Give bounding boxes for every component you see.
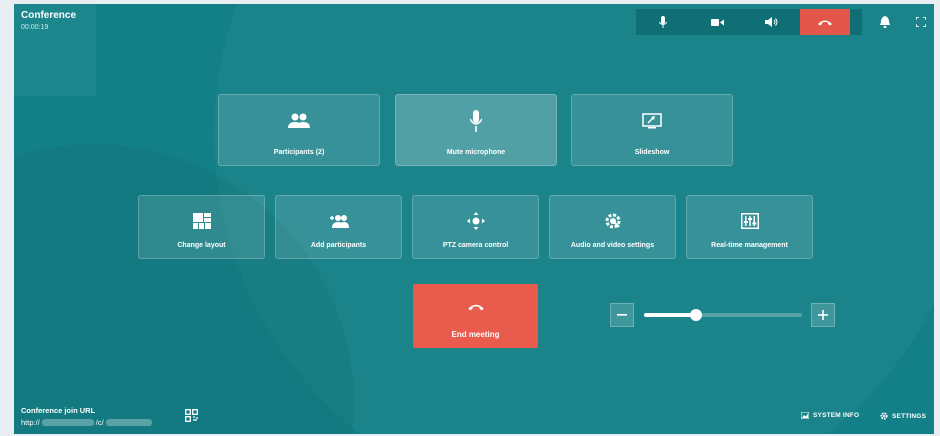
settings-label: SETTINGS [892, 412, 927, 420]
audio-video-settings-button[interactable]: Audio and video settings [549, 195, 676, 259]
add-participants-button[interactable]: Add participants [275, 195, 402, 259]
volume-up-button[interactable] [811, 303, 835, 327]
mute-microphone-label: Mute microphone [446, 149, 506, 156]
chart-icon [801, 412, 809, 419]
microphone-icon [659, 16, 667, 28]
end-meeting-button[interactable]: End meeting [413, 284, 538, 348]
slideshow-button[interactable]: Slideshow [571, 94, 733, 166]
redacted-host [41, 419, 94, 426]
management-icon [740, 213, 759, 229]
fullscreen-button[interactable] [908, 9, 934, 35]
real-time-management-button[interactable]: Real-time management [686, 195, 813, 259]
change-layout-label: Change layout [177, 242, 226, 249]
conference-title-block: Conference 00:00:19 [14, 4, 96, 96]
join-url-path: /c/ [95, 418, 104, 427]
volume-slider-fill [644, 313, 697, 317]
hangup-icon [467, 304, 484, 311]
mute-microphone-button[interactable]: Mute microphone [395, 94, 557, 166]
change-layout-button[interactable]: Change layout [138, 195, 265, 259]
av-settings-icon [605, 213, 620, 229]
bell-icon [880, 16, 890, 28]
participants-button[interactable]: Participants (2) [218, 94, 380, 166]
fullscreen-icon [916, 17, 926, 27]
volume-down-button[interactable] [610, 303, 634, 327]
gear-icon [880, 412, 888, 420]
join-url-block: Conference join URL http:// /c/ [21, 406, 152, 427]
volume-slider[interactable] [644, 309, 802, 321]
microphone-icon [470, 110, 482, 132]
layout-icon [192, 213, 211, 229]
conference-title: Conference [21, 10, 77, 21]
qr-code-button[interactable] [185, 409, 198, 427]
ptz-camera-control-label: PTZ camera control [442, 242, 509, 249]
toolbar-speaker-button[interactable] [744, 9, 798, 35]
volume-slider-thumb[interactable] [690, 309, 703, 321]
notification-button[interactable] [872, 9, 898, 35]
redacted-code [105, 419, 152, 426]
qr-code-icon [185, 409, 198, 422]
conference-stage: Conference 00:00:19 Participants (2) Mut… [14, 4, 934, 434]
join-url-prefix: http:// [21, 418, 40, 427]
system-info-button[interactable]: SYSTEM INFO [801, 412, 859, 419]
system-info-label: SYSTEM INFO [813, 412, 860, 419]
call-toolbar [636, 9, 862, 35]
add-participants-icon [329, 214, 349, 228]
join-url[interactable]: http:// /c/ [21, 418, 152, 427]
participants-icon [288, 113, 310, 128]
minus-icon [617, 314, 627, 316]
ptz-icon [466, 212, 485, 230]
hangup-icon [818, 20, 832, 25]
call-timer: 00:00:19 [21, 24, 49, 31]
toolbar-mic-button[interactable] [636, 9, 690, 35]
toolbar-hangup-button[interactable] [800, 9, 850, 35]
speaker-icon [764, 17, 777, 27]
add-participants-label: Add participants [310, 242, 367, 249]
join-url-label: Conference join URL [21, 406, 96, 415]
plus-icon [818, 310, 828, 320]
participants-label: Participants (2) [273, 149, 325, 156]
audio-video-settings-label: Audio and video settings [570, 242, 655, 249]
toolbar-camera-button[interactable] [690, 9, 744, 35]
slideshow-label: Slideshow [634, 149, 670, 156]
camera-icon [710, 18, 724, 26]
end-meeting-label: End meeting [451, 330, 500, 339]
ptz-camera-control-button[interactable]: PTZ camera control [412, 195, 539, 259]
settings-button[interactable]: SETTINGS [880, 412, 926, 420]
real-time-management-label: Real-time management [711, 242, 788, 249]
slideshow-icon [642, 113, 662, 129]
